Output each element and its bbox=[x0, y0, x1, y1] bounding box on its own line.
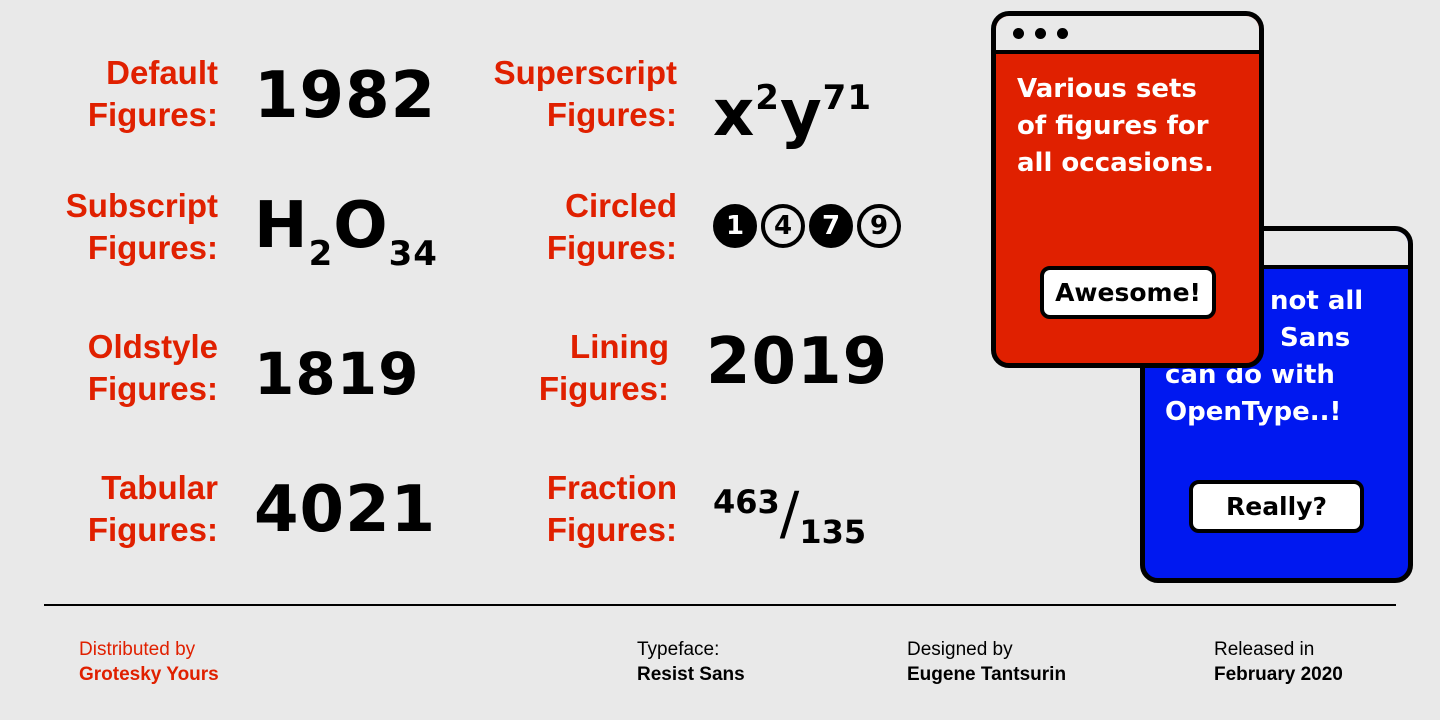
circled-digit: 9 bbox=[857, 204, 901, 248]
window-title-bar bbox=[996, 16, 1259, 54]
window-dot-icon bbox=[1035, 27, 1046, 39]
footer-typeface: Typeface: Resist Sans bbox=[637, 639, 745, 685]
label-fraction-figures: Fraction Figures: bbox=[546, 469, 677, 548]
really-button[interactable]: Really? bbox=[1189, 480, 1364, 533]
footer-designed: Designed by Eugene Tantsurin bbox=[907, 639, 1067, 685]
sample-subscript-figures: H2O34 bbox=[254, 189, 438, 274]
sample-fraction-figures: 463/135 bbox=[713, 479, 867, 551]
window-dot-icon bbox=[1057, 27, 1068, 39]
sample-circled-figures: 1 4 7 9 bbox=[713, 204, 901, 248]
circled-digit: 4 bbox=[761, 204, 805, 248]
red-window: Various sets of figures for all occasion… bbox=[991, 11, 1264, 368]
label-tabular-figures: Tabular Figures: bbox=[87, 469, 218, 548]
label-circled-figures: Circled Figures: bbox=[546, 187, 677, 266]
label-superscript-figures: Superscript Figures: bbox=[493, 54, 677, 133]
sample-oldstyle-figures: 1819 bbox=[254, 340, 420, 408]
footer-distributed: Distributed by Grotesky Yours bbox=[79, 639, 219, 685]
label-subscript-figures: Subscript Figures: bbox=[65, 187, 218, 266]
awesome-button[interactable]: Awesome! bbox=[1040, 266, 1216, 319]
circled-digit: 7 bbox=[809, 204, 853, 248]
label-lining-figures: Lining Figures: bbox=[538, 328, 669, 407]
sample-lining-figures: 2019 bbox=[706, 325, 889, 399]
label-oldstyle-figures: Oldstyle Figures: bbox=[87, 328, 218, 407]
circled-digit: 1 bbox=[713, 204, 757, 248]
sample-default-figures: 1982 bbox=[254, 59, 437, 133]
red-window-text: Various sets of figures for all occasion… bbox=[1017, 74, 1214, 178]
window-body: Various sets of figures for all occasion… bbox=[996, 54, 1259, 363]
sample-tabular-figures: 4021 bbox=[254, 473, 437, 547]
footer-released: Released in February 2020 bbox=[1214, 639, 1343, 685]
label-default-figures: Default Figures: bbox=[87, 54, 218, 133]
window-dot-icon bbox=[1013, 27, 1024, 39]
sample-superscript-figures: x2y71 bbox=[713, 77, 872, 151]
footer-divider bbox=[44, 604, 1396, 606]
